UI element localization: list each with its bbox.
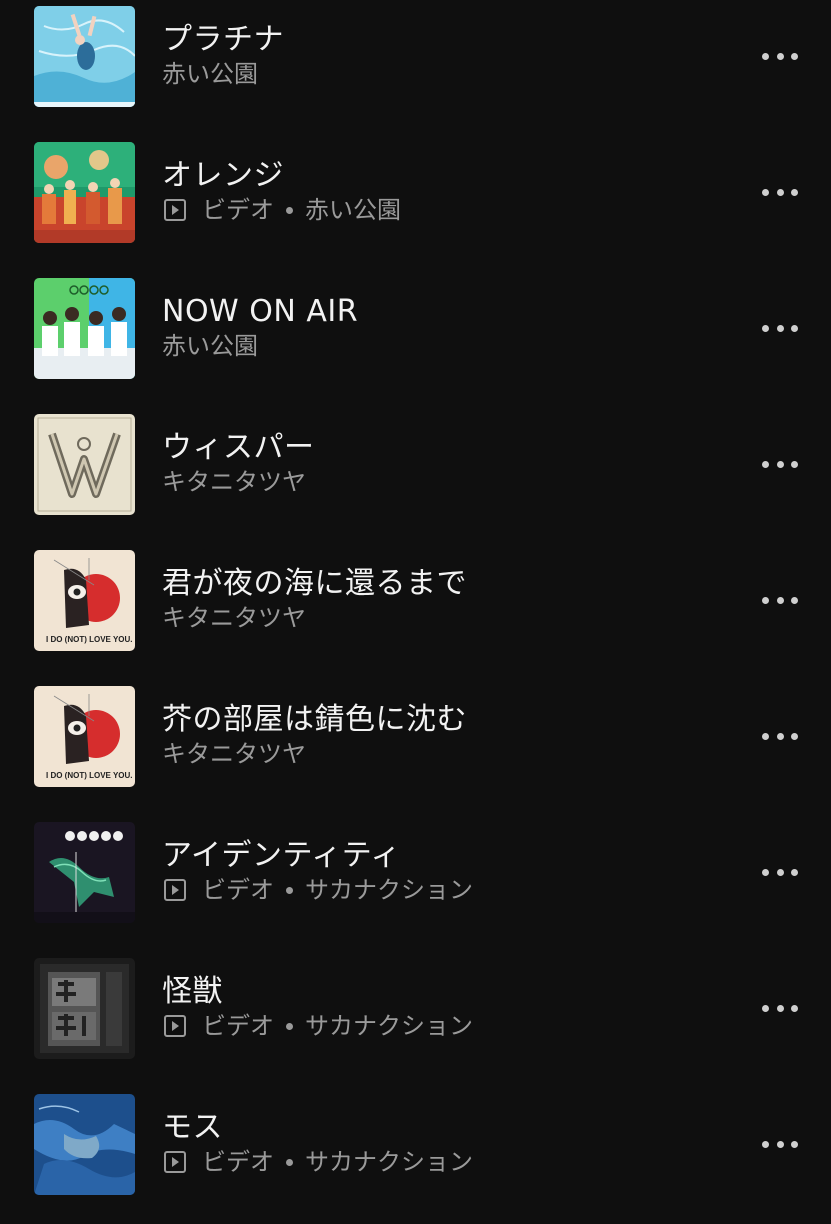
separator-dot xyxy=(286,886,293,894)
video-label: ビデオ xyxy=(202,1148,274,1176)
artist-name: 赤い公園 xyxy=(162,332,258,360)
identity-art xyxy=(34,822,135,923)
i-do-not-love-you-art: I DO (NOT) LOVE YOU. xyxy=(34,550,135,651)
more-options-icon[interactable] xyxy=(760,36,800,76)
artist-name: キタニタツヤ xyxy=(162,740,306,768)
list-item[interactable]: プラチナ 赤い公園 xyxy=(0,0,831,136)
video-play-icon xyxy=(164,1015,186,1037)
more-options-icon[interactable] xyxy=(760,580,800,620)
i-do-not-love-you-art: I DO (NOT) LOVE YOU. xyxy=(34,686,135,787)
song-subtitle: キタニタツヤ xyxy=(162,462,306,502)
artist-name: キタニタツヤ xyxy=(162,604,306,632)
video-label: ビデオ xyxy=(202,1012,274,1040)
song-subtitle: 赤い公園 xyxy=(162,326,258,366)
kaiju-art xyxy=(34,958,135,1059)
whisper-art xyxy=(34,414,135,515)
list-item[interactable]: I DO (NOT) LOVE YOU. 芥の部屋は錆色に沈む キタニタツヤ xyxy=(0,680,831,816)
separator-dot xyxy=(286,1158,293,1166)
artist-name: サカナクション xyxy=(305,1148,473,1176)
song-subtitle: キタニタツヤ xyxy=(162,598,306,638)
more-options-icon[interactable] xyxy=(760,444,800,484)
album-art-thumbnail[interactable] xyxy=(34,822,135,923)
separator-dot xyxy=(286,206,293,214)
album-art-thumbnail[interactable] xyxy=(34,6,135,107)
list-item[interactable]: 怪獣 ビデオ サカナクション xyxy=(0,952,831,1088)
list-item[interactable]: アイデンティティ ビデオ サカナクション xyxy=(0,816,831,952)
video-label: ビデオ xyxy=(202,876,274,904)
song-list: プラチナ 赤い公園 オレンジ ビデオ 赤い公園 NOW ON AIR 赤い公園 … xyxy=(0,0,831,1200)
swimmer-art xyxy=(34,6,135,107)
video-play-icon xyxy=(164,199,186,221)
artist-name: 赤い公園 xyxy=(305,196,401,224)
list-item[interactable]: モス ビデオ サカナクション xyxy=(0,1088,831,1224)
orange-art xyxy=(34,142,135,243)
artist-name: サカナクション xyxy=(305,1012,473,1040)
more-options-icon[interactable] xyxy=(760,988,800,1028)
video-label: ビデオ xyxy=(202,196,274,224)
svg-text:I DO (NOT) LOVE YOU.: I DO (NOT) LOVE YOU. xyxy=(46,635,133,644)
album-art-thumbnail[interactable] xyxy=(34,142,135,243)
artist-name: サカナクション xyxy=(305,876,473,904)
album-art-thumbnail[interactable]: I DO (NOT) LOVE YOU. xyxy=(34,550,135,651)
video-play-icon xyxy=(164,1151,186,1173)
separator-dot xyxy=(286,1022,293,1030)
artist-name: 赤い公園 xyxy=(162,60,258,88)
album-art-thumbnail[interactable]: I DO (NOT) LOVE YOU. xyxy=(34,686,135,787)
list-item[interactable]: オレンジ ビデオ 赤い公園 xyxy=(0,136,831,272)
more-options-icon[interactable] xyxy=(760,716,800,756)
album-art-thumbnail[interactable] xyxy=(34,958,135,1059)
album-art-thumbnail[interactable] xyxy=(34,1094,135,1195)
list-item[interactable]: I DO (NOT) LOVE YOU. 君が夜の海に還るまで キタニタツヤ xyxy=(0,544,831,680)
song-subtitle: ビデオ サカナクション xyxy=(162,1006,473,1046)
song-subtitle: キタニタツヤ xyxy=(162,734,306,774)
more-options-icon[interactable] xyxy=(760,852,800,892)
artist-name: キタニタツヤ xyxy=(162,468,306,496)
more-options-icon[interactable] xyxy=(760,308,800,348)
video-play-icon xyxy=(164,879,186,901)
song-subtitle: ビデオ 赤い公園 xyxy=(162,190,401,230)
more-options-icon[interactable] xyxy=(760,1124,800,1164)
song-subtitle: ビデオ サカナクション xyxy=(162,870,473,910)
song-subtitle: ビデオ サカナクション xyxy=(162,1142,473,1182)
album-art-thumbnail[interactable] xyxy=(34,278,135,379)
svg-text:I DO (NOT) LOVE YOU.: I DO (NOT) LOVE YOU. xyxy=(46,771,133,780)
list-item[interactable]: NOW ON AIR 赤い公園 xyxy=(0,272,831,408)
song-subtitle: 赤い公園 xyxy=(162,54,258,94)
album-art-thumbnail[interactable] xyxy=(34,414,135,515)
list-item[interactable]: ウィスパー キタニタツヤ xyxy=(0,408,831,544)
band-art xyxy=(34,278,135,379)
more-options-icon[interactable] xyxy=(760,172,800,212)
moss-art xyxy=(34,1094,135,1195)
